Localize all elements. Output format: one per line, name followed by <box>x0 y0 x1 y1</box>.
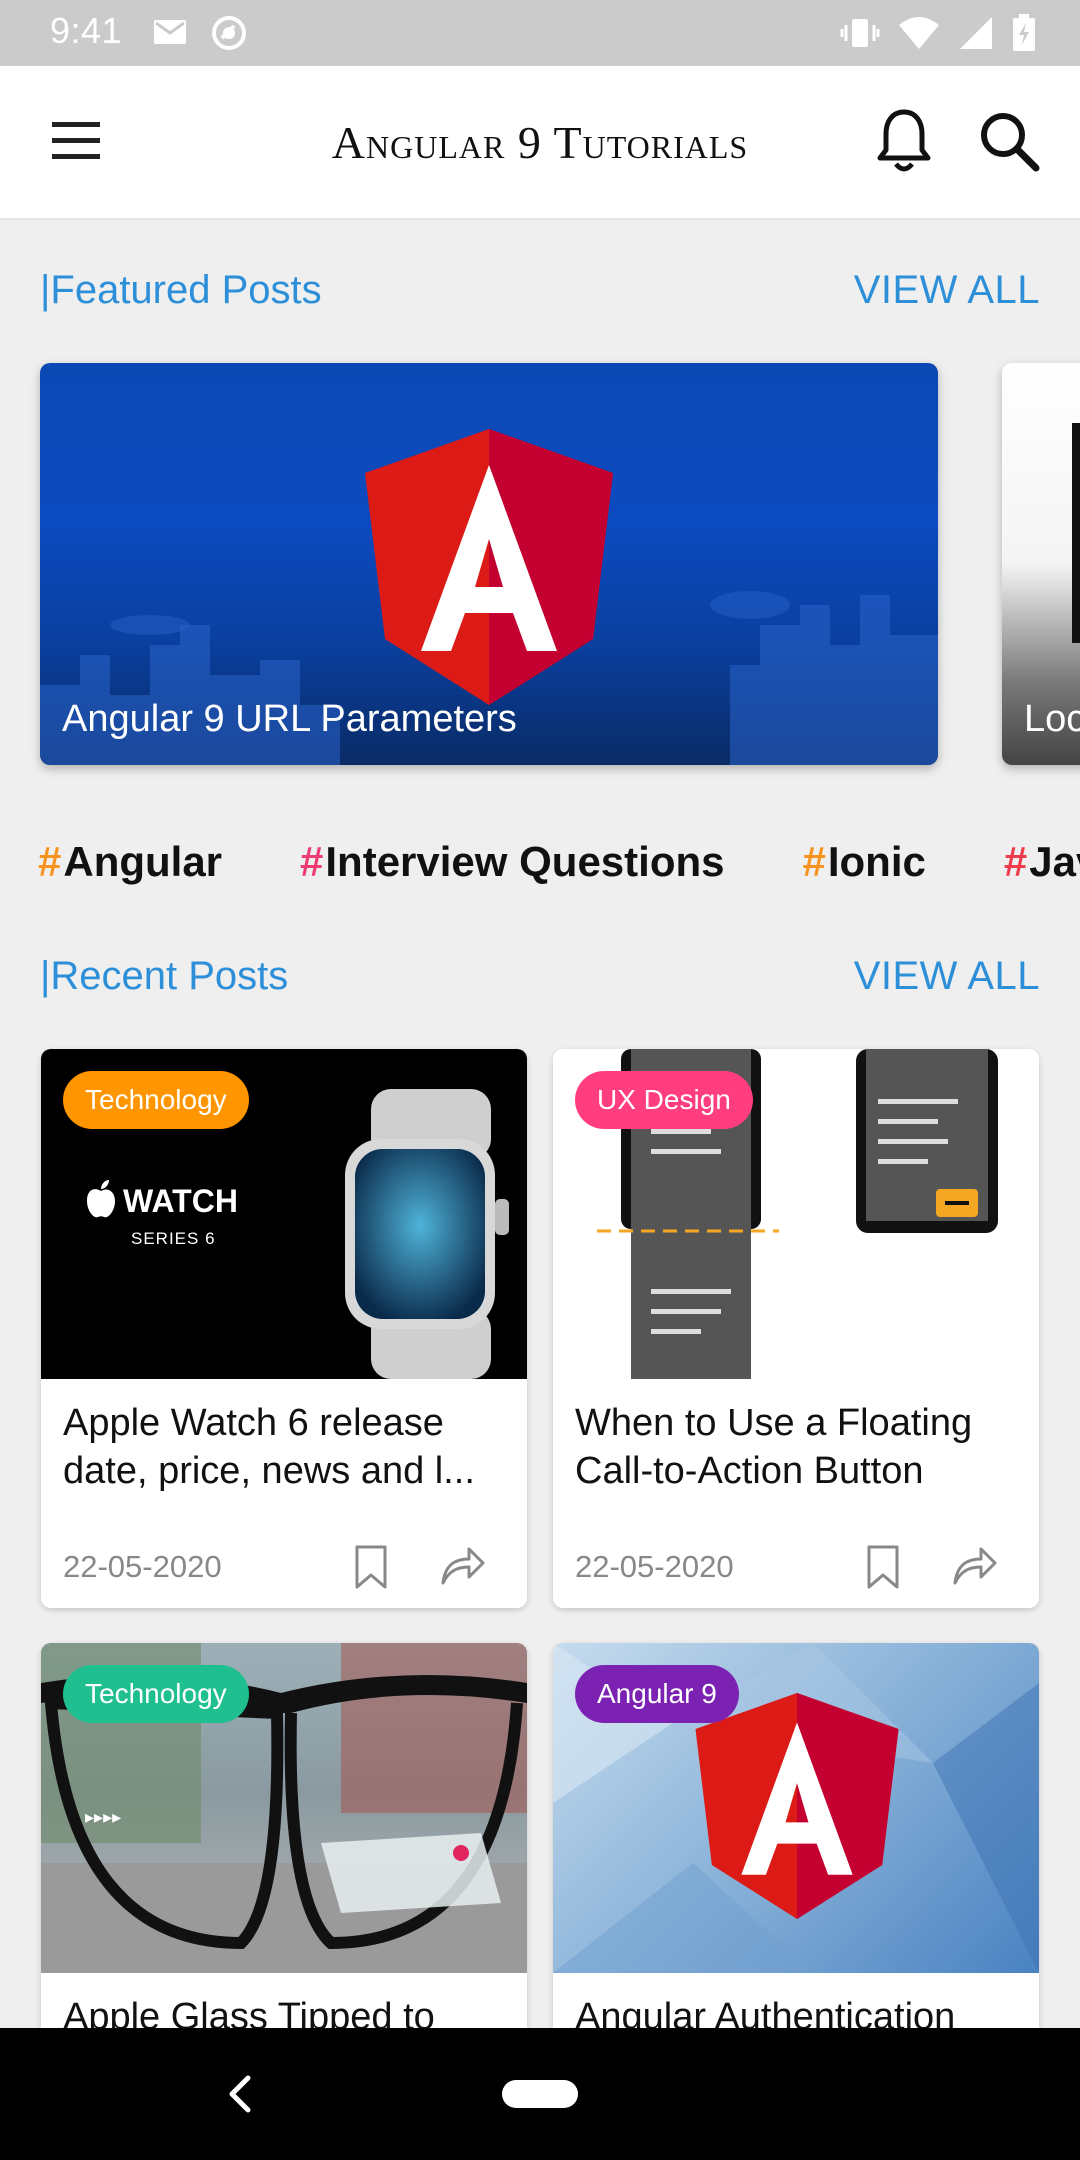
post-category-badge[interactable]: Technology <box>63 1665 249 1723</box>
recent-header: |Recent Posts VIEW ALL <box>40 948 1040 1008</box>
featured-card-image <box>1072 423 1080 643</box>
tag-hash: # <box>300 838 324 885</box>
home-pill-button[interactable] <box>502 2080 578 2108</box>
battery-charging-icon <box>1013 14 1035 51</box>
tag-label: Interview Questions <box>325 838 725 885</box>
tag-label: Angular <box>63 838 223 885</box>
sync-icon <box>212 16 246 50</box>
bookmark-icon[interactable] <box>863 1543 903 1591</box>
share-icon[interactable] <box>439 1543 487 1587</box>
post-card[interactable]: UX Design When to Use a Floating Call-to… <box>553 1049 1039 1608</box>
status-bar: 9:41 <box>0 0 1080 66</box>
post-image: WATCH SERIES 6 Technology <box>41 1049 527 1379</box>
post-image: Angular 9 <box>553 1643 1039 1973</box>
tag-ionic[interactable]: #Ionic <box>803 838 926 886</box>
post-card[interactable]: WATCH SERIES 6 Technology Apple Watch 6 … <box>41 1049 527 1608</box>
tag-hash: # <box>38 838 62 885</box>
tag-angular[interactable]: #Angular <box>38 838 222 886</box>
post-title: Apple Watch 6 release date, price, news … <box>63 1402 475 1492</box>
status-left-icons <box>152 14 248 52</box>
bell-icon <box>877 109 931 172</box>
post-card[interactable]: ▸▸▸▸ Technology Apple Glass Tipped to <box>41 1643 527 2043</box>
post-title: When to Use a Floating Call-to-Action Bu… <box>575 1402 973 1492</box>
system-navigation-bar <box>0 2028 1080 2160</box>
bookmark-icon[interactable] <box>351 1543 391 1591</box>
post-category-badge[interactable]: UX Design <box>575 1071 753 1129</box>
mail-icon <box>154 20 186 44</box>
svg-text:▸▸▸▸: ▸▸▸▸ <box>85 1807 121 1827</box>
tag-hash: # <box>1003 838 1028 885</box>
signal-icon <box>960 17 992 49</box>
watch-series-text: SERIES 6 <box>131 1229 216 1248</box>
search-icon <box>981 113 1040 172</box>
wifi-icon <box>899 17 939 49</box>
angular-logo <box>365 429 613 705</box>
featured-title: |Featured Posts <box>40 268 322 312</box>
post-card[interactable]: Angular 9 Angular Authentication <box>553 1643 1039 2043</box>
watch-brand-text: WATCH <box>123 1183 238 1219</box>
post-category-badge[interactable]: Technology <box>63 1071 249 1129</box>
search-button[interactable] <box>976 108 1042 174</box>
notifications-button[interactable] <box>872 106 936 176</box>
recent-title: |Recent Posts <box>40 954 289 998</box>
share-icon[interactable] <box>951 1543 999 1587</box>
angular-logo <box>695 1693 899 1919</box>
featured-card[interactable]: Loc <box>1002 363 1080 765</box>
tag-hash: # <box>802 838 826 885</box>
featured-card-title: Loc <box>1024 698 1080 740</box>
tag-label: Jav <box>1029 838 1080 885</box>
post-image: UX Design <box>553 1049 1039 1379</box>
post-date: 22-05-2020 <box>63 1549 222 1584</box>
status-time: 9:41 <box>50 10 123 51</box>
featured-header: |Featured Posts VIEW ALL <box>40 262 1040 322</box>
tags-row: #Angular #Interview Questions #Ionic #Ja… <box>38 838 1080 886</box>
back-icon[interactable] <box>222 2072 258 2116</box>
featured-view-all-button[interactable]: VIEW ALL <box>854 268 1040 313</box>
screen: 9:41 Angular 9 Tutorials |Featured Posts… <box>0 0 1080 2160</box>
featured-card-title: Angular 9 URL Parameters <box>62 698 517 740</box>
app-bar: Angular 9 Tutorials <box>0 66 1080 220</box>
post-date: 22-05-2020 <box>575 1549 734 1584</box>
tag-interview-questions[interactable]: #Interview Questions <box>300 838 724 886</box>
tag-java[interactable]: #Jav <box>1004 838 1080 886</box>
tag-label: Ionic <box>827 838 926 885</box>
post-category-badge[interactable]: Angular 9 <box>575 1665 739 1723</box>
watch-product-image <box>345 1089 509 1379</box>
post-image: ▸▸▸▸ Technology <box>41 1643 527 1973</box>
status-right-icons <box>840 14 1036 52</box>
apple-logo-icon <box>87 1180 115 1218</box>
vibrate-icon <box>840 19 880 47</box>
featured-card[interactable]: Angular 9 URL Parameters <box>40 363 938 765</box>
recent-view-all-button[interactable]: VIEW ALL <box>854 954 1040 999</box>
